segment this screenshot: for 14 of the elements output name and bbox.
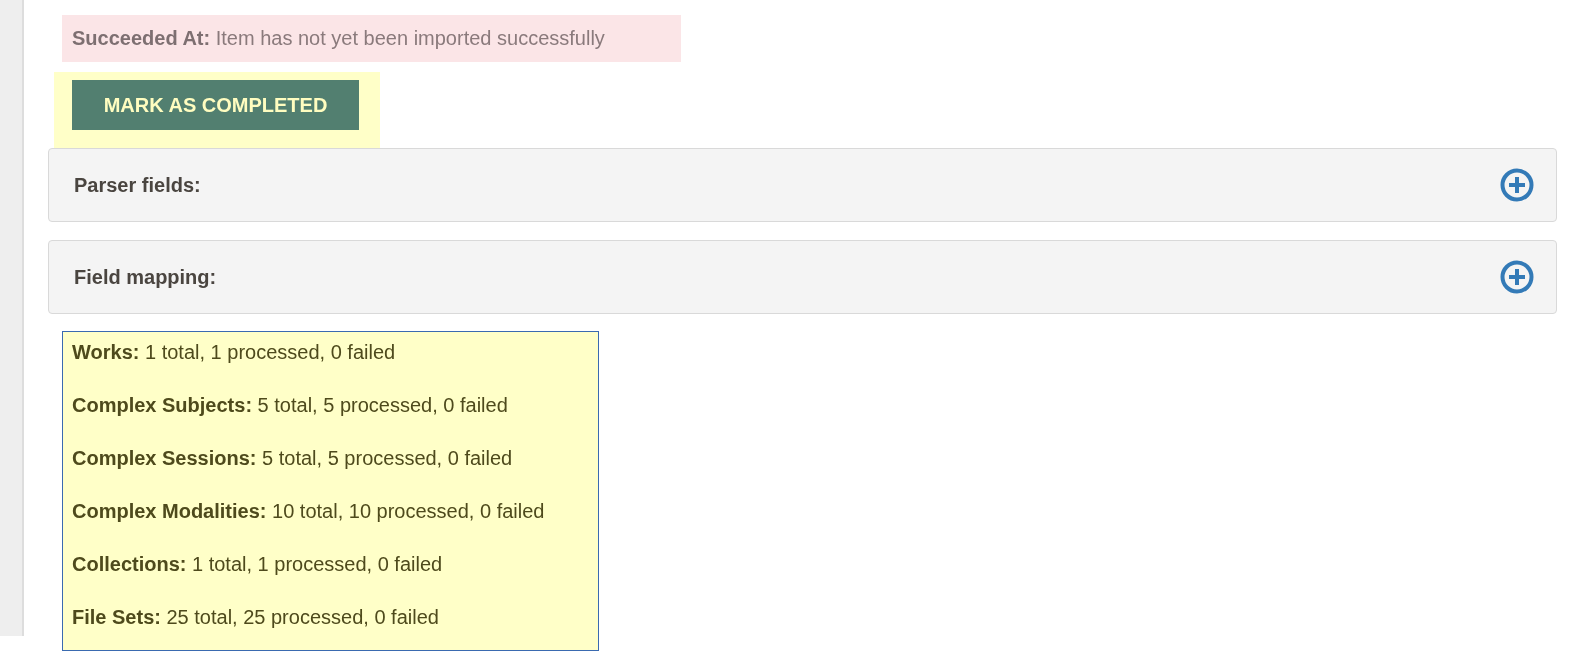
collapsible-panel[interactable]: Field mapping: (48, 240, 1557, 314)
stats-line: File Sets: 25 total, 25 processed, 0 failed (72, 606, 440, 628)
mark-completed-button[interactable]: MARK AS COMPLETED (72, 80, 359, 130)
plus-icon[interactable] (1500, 260, 1534, 294)
stats-line: Complex Sessions: 5 total, 5 processed, 0 failed (72, 447, 514, 469)
stats-line: Complex Subjects: 5 total, 5 processed, 0 failed (72, 394, 509, 416)
status-alert: Succeeded At: Item has not yet been imported successfully (62, 15, 681, 62)
stats-line: Collections: 1 total, 1 processed, 0 failed (72, 553, 444, 575)
stats-line: Works: 1 total, 1 processed, 0 failed (72, 341, 397, 363)
panel-title: Field mapping: (74, 265, 217, 289)
panel-title: Parser fields: (74, 173, 201, 197)
collapsible-panel[interactable]: Parser fields: (48, 148, 1557, 222)
stats-line: Complex Modalities: 10 total, 10 processed, 0 failed (72, 500, 546, 522)
plus-icon[interactable] (1500, 168, 1534, 202)
